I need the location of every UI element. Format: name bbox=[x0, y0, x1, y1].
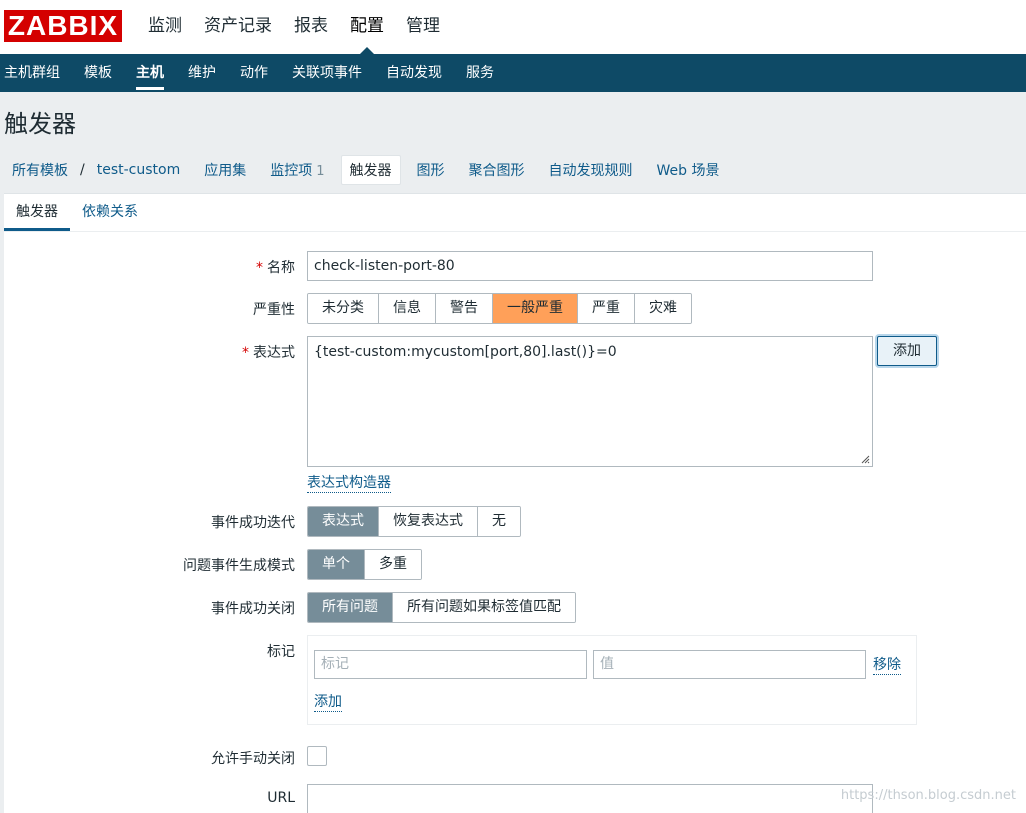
breadcrumb-screens[interactable]: 聚合图形 bbox=[461, 156, 533, 184]
severity-label: 严重性 bbox=[253, 302, 295, 318]
sub-nav-discovery[interactable]: 自动发现 bbox=[374, 54, 454, 92]
name-label-text: 名称 bbox=[267, 260, 295, 276]
sub-nav-event-correlation[interactable]: 关联项事件 bbox=[280, 54, 374, 92]
ok-event-close-label: 事件成功关闭 bbox=[211, 601, 295, 617]
expression-textarea[interactable]: {test-custom:mycustom[port,80].last()}=0 bbox=[307, 336, 873, 467]
breadcrumb-template[interactable]: test-custom bbox=[89, 158, 189, 182]
expression-constructor-link[interactable]: 表达式构造器 bbox=[307, 474, 391, 493]
page-title: 触发器 bbox=[4, 110, 76, 138]
ok-event-expression[interactable]: 表达式 bbox=[308, 507, 379, 536]
breadcrumb-graphs[interactable]: 图形 bbox=[409, 156, 453, 184]
ok-event-generation-selector: 表达式 恢复表达式 无 bbox=[307, 506, 521, 537]
main-nav-inventory[interactable]: 资产记录 bbox=[193, 0, 283, 54]
expression-label: * 表达式 bbox=[242, 342, 295, 362]
problem-mode-label: 问题事件生成模式 bbox=[183, 558, 295, 574]
ok-event-recovery-expression[interactable]: 恢复表达式 bbox=[379, 507, 478, 536]
manual-close-label: 允许手动关闭 bbox=[211, 751, 295, 767]
breadcrumb-items-label: 监控项 bbox=[270, 163, 313, 179]
tag-name-input[interactable]: 标记 bbox=[314, 650, 587, 679]
sub-nav-actions[interactable]: 动作 bbox=[228, 54, 280, 92]
required-marker: * bbox=[256, 260, 263, 276]
ok-event-close-all[interactable]: 所有问题 bbox=[308, 593, 393, 622]
name-input[interactable]: check-listen-port-80 bbox=[307, 251, 873, 281]
severity-disaster[interactable]: 灾难 bbox=[635, 294, 691, 323]
sub-nav-host-groups[interactable]: 主机群组 bbox=[0, 54, 72, 92]
zabbix-logo[interactable]: ZABBIX bbox=[4, 10, 122, 42]
tab-dependencies[interactable]: 依赖关系 bbox=[70, 194, 150, 231]
tags-label: 标记 bbox=[267, 644, 295, 660]
breadcrumb-items[interactable]: 监控项 1 bbox=[262, 156, 332, 184]
breadcrumb-all-templates[interactable]: 所有模板 bbox=[4, 156, 76, 184]
severity-average[interactable]: 一般严重 bbox=[493, 294, 578, 323]
watermark: https://thson.blog.csdn.net bbox=[840, 788, 1016, 803]
main-nav-reports[interactable]: 报表 bbox=[283, 0, 339, 54]
tag-add-link[interactable]: 添加 bbox=[314, 693, 342, 712]
problem-mode-single[interactable]: 单个 bbox=[308, 550, 365, 579]
tab-trigger[interactable]: 触发器 bbox=[4, 194, 70, 231]
expression-label-text: 表达式 bbox=[253, 345, 295, 361]
sub-nav-maintenance[interactable]: 维护 bbox=[176, 54, 228, 92]
breadcrumb-applications[interactable]: 应用集 bbox=[196, 156, 254, 184]
breadcrumb-separator: / bbox=[80, 162, 85, 178]
resize-handle-icon[interactable] bbox=[860, 454, 870, 464]
ok-event-none[interactable]: 无 bbox=[478, 507, 520, 536]
tag-remove-link[interactable]: 移除 bbox=[873, 656, 901, 675]
url-label: URL bbox=[267, 790, 295, 806]
breadcrumb-discovery[interactable]: 自动发现规则 bbox=[541, 156, 641, 184]
main-nav-administration[interactable]: 管理 bbox=[395, 0, 451, 54]
ok-event-close-tag-match[interactable]: 所有问题如果标签值匹配 bbox=[393, 593, 575, 622]
sub-nav-templates[interactable]: 模板 bbox=[72, 54, 124, 92]
form-tabs: 触发器 依赖关系 bbox=[4, 194, 1026, 232]
breadcrumb-web[interactable]: Web 场景 bbox=[649, 156, 728, 184]
sub-nav-services[interactable]: 服务 bbox=[454, 54, 506, 92]
expression-value: {test-custom:mycustom[port,80].last()}=0 bbox=[314, 344, 617, 360]
severity-not-classified[interactable]: 未分类 bbox=[308, 294, 379, 323]
severity-information[interactable]: 信息 bbox=[379, 294, 436, 323]
problem-mode-multiple[interactable]: 多重 bbox=[365, 550, 421, 579]
severity-warning[interactable]: 警告 bbox=[436, 294, 493, 323]
problem-mode-selector: 单个 多重 bbox=[307, 549, 422, 580]
trigger-form-panel: 触发器 依赖关系 * 名称 check-listen-port-80 严重性 未分… bbox=[4, 193, 1026, 813]
manual-close-checkbox[interactable] bbox=[307, 746, 327, 766]
breadcrumb-triggers[interactable]: 触发器 bbox=[340, 155, 401, 185]
top-bar: ZABBIX 监测 资产记录 报表 配置 管理 bbox=[0, 0, 1026, 54]
breadcrumb-items-count: 1 bbox=[316, 164, 325, 179]
severity-selector: 未分类 信息 警告 一般严重 严重 灾难 bbox=[307, 293, 692, 324]
ok-event-generation-label: 事件成功迭代 bbox=[211, 515, 295, 531]
main-nav-configuration[interactable]: 配置 bbox=[339, 0, 395, 54]
tags-container: 标记 值 移除 添加 bbox=[307, 635, 917, 725]
required-marker: * bbox=[242, 345, 249, 361]
url-input[interactable] bbox=[307, 784, 873, 813]
sub-nav-hosts[interactable]: 主机 bbox=[124, 54, 176, 92]
sub-nav: 主机群组 模板 主机 维护 动作 关联项事件 自动发现 服务 bbox=[0, 54, 1026, 92]
ok-event-close-selector: 所有问题 所有问题如果标签值匹配 bbox=[307, 592, 576, 623]
expression-add-button[interactable]: 添加 bbox=[877, 336, 937, 366]
main-nav: 监测 资产记录 报表 配置 管理 bbox=[137, 0, 451, 54]
main-nav-monitoring[interactable]: 监测 bbox=[137, 0, 193, 54]
breadcrumb: 所有模板 / test-custom 应用集 监控项 1 触发器 图形 聚合图形 … bbox=[4, 155, 735, 185]
tag-value-input[interactable]: 值 bbox=[593, 650, 866, 679]
severity-high[interactable]: 严重 bbox=[578, 294, 635, 323]
name-label: * 名称 bbox=[256, 257, 295, 277]
